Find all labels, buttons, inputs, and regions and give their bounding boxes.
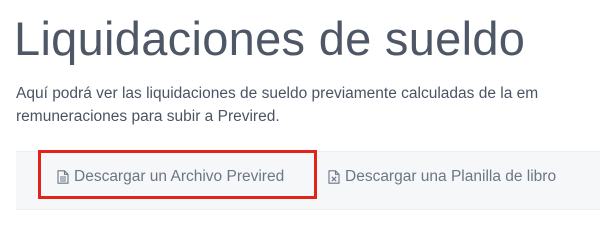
download-previred-label: Descargar un Archivo Previred (74, 168, 285, 185)
file-text-icon (57, 170, 69, 184)
description-line-1: Aquí podrá ver las liquidaciones de suel… (16, 85, 539, 102)
page: Liquidaciones de sueldo Aquí podrá ver l… (0, 0, 600, 231)
download-libro-button[interactable]: Descargar una Planilla de libro (328, 168, 556, 186)
description-line-2: remuneraciones para subir a Previred. (16, 108, 280, 125)
file-excel-icon (328, 170, 340, 184)
download-actions-bar: Descargar un Archivo Previred Descargar … (16, 151, 600, 210)
download-previred-button[interactable]: Descargar un Archivo Previred (57, 168, 284, 186)
page-description: Aquí podrá ver las liquidaciones de suel… (16, 82, 600, 128)
download-libro-label: Descargar una Planilla de libro (345, 168, 557, 185)
page-title: Liquidaciones de sueldo (14, 12, 526, 65)
